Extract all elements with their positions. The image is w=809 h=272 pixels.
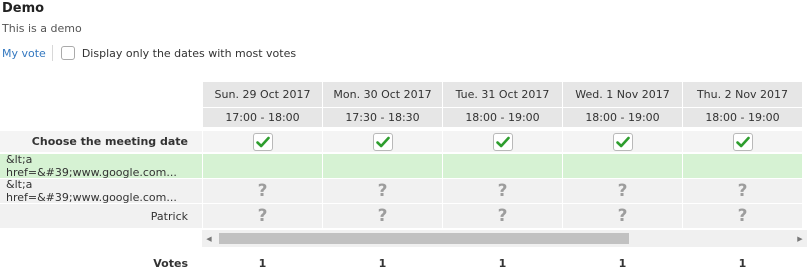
checkmark-icon xyxy=(735,136,750,147)
time-header: 18:00 - 19:00 xyxy=(682,108,802,127)
date-header: Tue. 31 Oct 2017 xyxy=(442,82,562,107)
participant-name: &lt;a href=&#39;www.google.com... xyxy=(0,178,202,204)
participant-row: &lt;a href=&#39;www.google.com... xyxy=(0,153,809,179)
poll-title: Demo xyxy=(2,1,45,16)
question-mark-icon: ? xyxy=(682,179,802,203)
question-mark-icon: ? xyxy=(202,179,322,203)
header-spacer xyxy=(0,82,202,107)
votes-label: Votes xyxy=(153,256,188,270)
time-header-row: 17:00 - 18:00 17:30 - 18:30 18:00 - 19:0… xyxy=(0,108,809,131)
checkmark-icon xyxy=(255,136,270,147)
choose-date-checkbox[interactable] xyxy=(612,132,633,151)
participant-row: &lt;a href=&#39;www.google.com... ? ? ? … xyxy=(0,178,809,204)
triangle-left-icon[interactable]: ◀ xyxy=(202,235,216,243)
horizontal-scrollbar[interactable]: ◀ ▶ xyxy=(202,230,807,247)
question-mark-icon: ? xyxy=(442,179,562,203)
vote-count: 1 xyxy=(202,253,322,272)
vote-cell xyxy=(442,154,562,178)
time-header: 18:00 - 19:00 xyxy=(442,108,562,127)
choose-date-row: Choose the meeting date xyxy=(0,131,809,154)
choose-date-checkbox[interactable] xyxy=(372,132,393,151)
poll-description: This is a demo xyxy=(2,22,82,35)
vote-count: 1 xyxy=(562,253,682,272)
vote-count: 1 xyxy=(322,253,442,272)
time-header: 18:00 - 19:00 xyxy=(562,108,682,127)
date-header: Thu. 2 Nov 2017 xyxy=(682,82,802,107)
horizontal-scroll-row: ◀ ▶ xyxy=(0,230,809,247)
most-votes-filter-checkbox[interactable] xyxy=(60,46,75,60)
vote-cell xyxy=(682,154,802,178)
vote-count: 1 xyxy=(682,253,802,272)
most-votes-filter-label[interactable]: Display only the dates with most votes xyxy=(82,47,296,60)
time-header: 17:30 - 18:30 xyxy=(322,108,442,127)
checkmark-icon xyxy=(375,136,390,147)
choose-date-checkbox[interactable] xyxy=(732,132,753,151)
date-header: Mon. 30 Oct 2017 xyxy=(322,82,442,107)
choose-date-checkbox[interactable] xyxy=(252,132,273,151)
choose-date-checkbox[interactable] xyxy=(492,132,513,151)
participant-name: Patrick xyxy=(0,204,202,228)
question-mark-icon: ? xyxy=(202,204,322,228)
question-mark-icon: ? xyxy=(562,179,682,203)
triangle-right-icon[interactable]: ▶ xyxy=(793,235,807,243)
votes-total-row: Votes 1 1 1 1 1 xyxy=(0,253,809,272)
checkmark-icon xyxy=(495,136,510,147)
checkmark-icon xyxy=(615,136,630,147)
scrollbar-thumb[interactable] xyxy=(219,233,629,244)
poll-grid: Sun. 29 Oct 2017 Mon. 30 Oct 2017 Tue. 3… xyxy=(0,82,809,272)
vote-count: 1 xyxy=(442,253,562,272)
toolbar-divider xyxy=(51,45,53,61)
question-mark-icon: ? xyxy=(562,204,682,228)
participant-name: &lt;a href=&#39;www.google.com... xyxy=(0,153,202,179)
question-mark-icon: ? xyxy=(442,204,562,228)
vote-cell xyxy=(202,154,322,178)
time-header: 17:00 - 18:00 xyxy=(202,108,322,127)
question-mark-icon: ? xyxy=(682,204,802,228)
participant-row: Patrick ? ? ? ? ? xyxy=(0,204,809,229)
vote-cell xyxy=(562,154,682,178)
my-vote-link[interactable]: My vote xyxy=(2,47,46,60)
date-header-row: Sun. 29 Oct 2017 Mon. 30 Oct 2017 Tue. 3… xyxy=(0,82,809,108)
header-spacer xyxy=(0,108,202,127)
date-header: Sun. 29 Oct 2017 xyxy=(202,82,322,107)
question-mark-icon: ? xyxy=(322,179,442,203)
question-mark-icon: ? xyxy=(322,204,442,228)
date-header: Wed. 1 Nov 2017 xyxy=(562,82,682,107)
vote-cell xyxy=(322,154,442,178)
choose-date-label: Choose the meeting date xyxy=(0,131,202,152)
toolbar: My vote Display only the dates with most… xyxy=(2,45,296,61)
